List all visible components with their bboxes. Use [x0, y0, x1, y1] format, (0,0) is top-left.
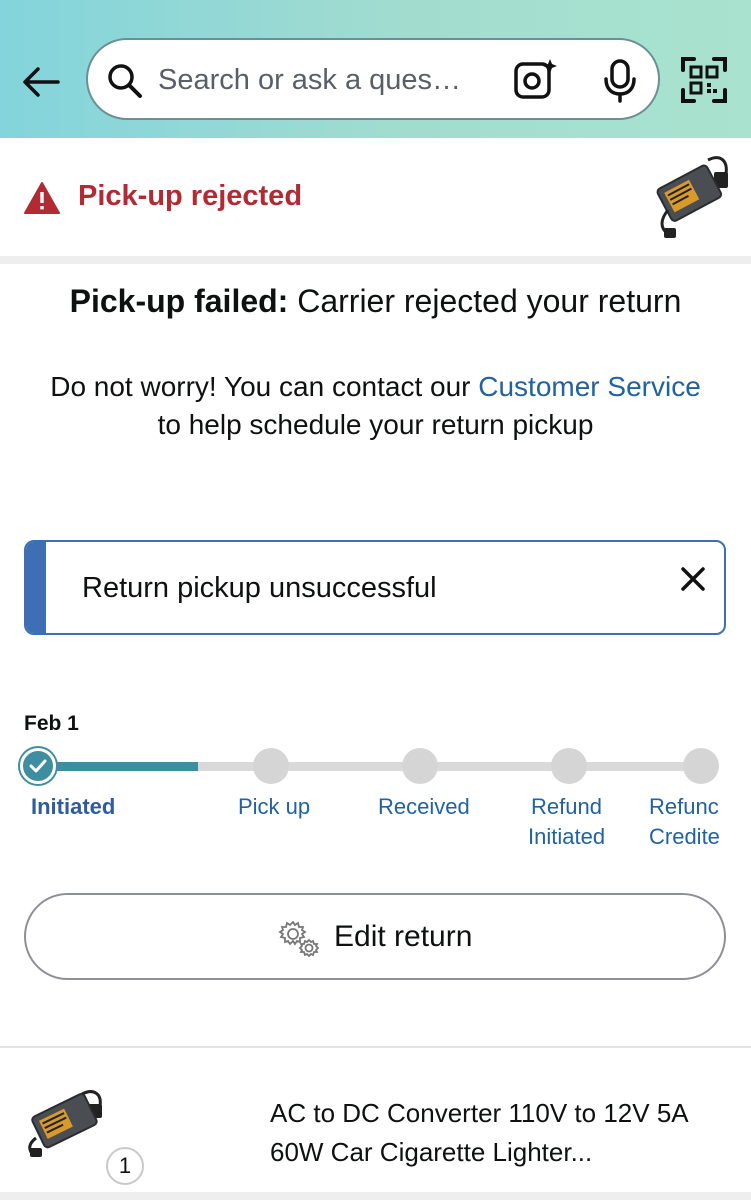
customer-service-link[interactable]: Customer Service	[478, 371, 701, 402]
checkmark-icon	[29, 759, 47, 773]
step-label-initiated: Initiated	[31, 794, 116, 819]
step-label-refund-initiated: Refund Initiated	[528, 792, 605, 852]
step-label-received: Received	[378, 794, 470, 819]
item-title[interactable]: AC to DC Converter 110V to 12V 5A 60W Ca…	[270, 1094, 730, 1172]
close-icon[interactable]	[676, 562, 710, 596]
tracker-date: Feb 1	[24, 712, 79, 735]
alert-accent-bar	[26, 542, 46, 633]
search-input[interactable]	[158, 62, 478, 98]
item-thumbnail[interactable]	[20, 1088, 112, 1158]
step-dot-pickup	[253, 748, 289, 784]
failure-title-rest: Carrier rejected your return	[288, 283, 682, 319]
quantity-badge: 1	[106, 1147, 144, 1185]
tracker-progress	[38, 762, 198, 771]
step-label-refund-credited: Refunc Credite	[649, 792, 751, 852]
step-label-line1: Refunc	[649, 794, 719, 819]
step-label-line2: Credite	[649, 824, 720, 849]
failure-message-title: Pick-up failed: Carrier rejected your re…	[40, 280, 711, 323]
microphone-icon[interactable]	[598, 57, 642, 103]
step-dot-initiated	[20, 748, 56, 784]
item-title-line2: 60W Car Cigarette Lighter...	[270, 1137, 593, 1167]
bottom-divider	[0, 1192, 751, 1200]
camera-lens-icon[interactable]	[512, 57, 558, 103]
warning-icon	[24, 182, 60, 214]
step-dot-received	[402, 748, 438, 784]
search-icon	[108, 64, 142, 98]
failure-message-body: Do not worry! You can contact our Custom…	[40, 368, 711, 444]
pickup-alert-box: Return pickup unsuccessful	[24, 540, 726, 635]
alert-text: Return pickup unsuccessful	[82, 572, 437, 604]
body-text-pre: Do not worry! You can contact our	[50, 371, 479, 402]
item-title-line1: AC to DC Converter 110V to 12V 5A	[270, 1098, 689, 1128]
step-dot-refund-credited	[683, 748, 719, 784]
app-header	[0, 0, 751, 138]
edit-return-button[interactable]: Edit return	[24, 893, 726, 980]
step-label-line2: Initiated	[528, 824, 606, 849]
qr-scan-icon[interactable]	[680, 56, 728, 104]
step-label-line1: Refund	[531, 794, 602, 819]
product-thumbnail[interactable]	[648, 150, 734, 240]
section-divider	[0, 256, 751, 264]
status-label: Pick-up rejected	[78, 180, 303, 212]
return-status-banner: Pick-up rejected	[0, 138, 751, 256]
failure-title-bold: Pick-up failed:	[69, 283, 289, 319]
step-dot-refund-initiated	[551, 748, 587, 784]
gear-icon	[278, 920, 320, 958]
edit-return-label: Edit return	[334, 920, 473, 953]
step-label-pickup: Pick up	[238, 794, 311, 819]
section-divider	[0, 1046, 751, 1048]
body-text-post: to help schedule your return pickup	[157, 409, 594, 440]
back-arrow-icon[interactable]	[18, 58, 66, 106]
search-bar[interactable]	[86, 38, 660, 120]
